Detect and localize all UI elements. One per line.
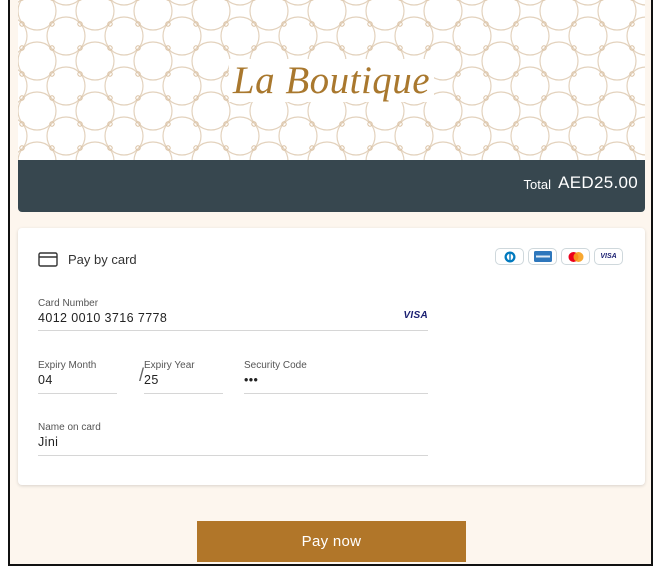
card-number-label: Card Number	[38, 298, 99, 309]
visa-mini-label: VISA	[600, 253, 617, 260]
diners-club-icon	[495, 248, 524, 265]
name-on-card-field[interactable]: Name on card Jini	[38, 422, 428, 456]
expiry-month-label: Expiry Month	[38, 360, 97, 371]
credit-card-icon	[38, 252, 58, 267]
header-card: La Boutique Total AED25.00	[18, 0, 645, 212]
mastercard-icon	[561, 248, 590, 265]
expiry-month-field[interactable]: Expiry Month 04	[38, 360, 117, 394]
visa-icon: VISA	[594, 248, 623, 265]
total-amount: AED25.00	[558, 173, 638, 192]
security-code-label: Security Code	[244, 360, 307, 371]
card-number-input[interactable]: 4012 0010 3716 7778	[38, 310, 428, 326]
name-on-card-input[interactable]: Jini	[38, 434, 428, 450]
expiry-year-input[interactable]: 25	[144, 372, 223, 388]
pay-by-card-header: Pay by card	[38, 252, 137, 267]
brand-logo-text: La Boutique	[18, 58, 645, 103]
card-number-field[interactable]: Card Number 4012 0010 3716 7778 VISA	[38, 298, 428, 331]
expiry-year-label: Expiry Year	[144, 360, 195, 371]
accepted-cards: VISA	[495, 248, 623, 265]
expiry-year-field[interactable]: Expiry Year 25	[144, 360, 223, 394]
amex-icon	[528, 248, 557, 265]
brand-name: La Boutique	[228, 59, 435, 102]
pay-by-card-label: Pay by card	[68, 252, 137, 267]
pay-now-button[interactable]: Pay now	[197, 521, 466, 562]
total-bar: Total AED25.00	[18, 160, 645, 212]
name-on-card-label: Name on card	[38, 422, 101, 433]
detected-card-brand: VISA	[403, 310, 428, 321]
payment-form-card: Pay by card VISA Card Number 4012 0010 3…	[18, 228, 645, 485]
security-code-field[interactable]: Security Code •••	[244, 360, 428, 394]
checkout-frame: La Boutique Total AED25.00 Pay by card V…	[8, 0, 653, 566]
total-label: Total	[523, 177, 551, 192]
expiry-month-input[interactable]: 04	[38, 372, 117, 388]
security-code-input[interactable]: •••	[244, 372, 428, 388]
